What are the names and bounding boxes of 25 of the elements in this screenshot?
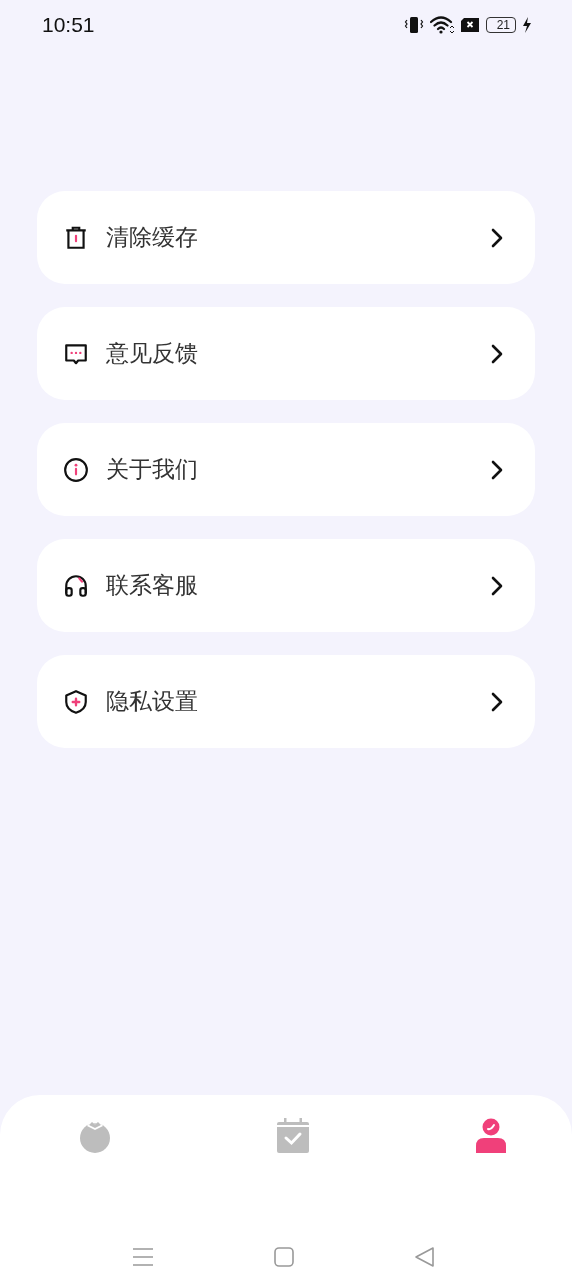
sim-off-icon <box>459 17 480 33</box>
shield-icon <box>63 688 89 715</box>
vibrate-icon <box>403 16 424 34</box>
charging-icon <box>522 17 532 33</box>
chevron-right-icon <box>490 458 504 481</box>
menu-item[interactable]: 关于我们 <box>37 423 535 516</box>
info-icon <box>63 456 89 483</box>
chevron-right-icon <box>490 342 504 365</box>
trash-icon <box>63 224 89 251</box>
chevron-right-icon <box>490 690 504 713</box>
wifi-icon <box>429 16 454 34</box>
chevron-right-icon <box>490 574 504 597</box>
battery-level: 21 <box>485 17 516 33</box>
menu-item[interactable]: 意见反馈 <box>37 307 535 400</box>
calendar-check-icon <box>274 1117 312 1155</box>
clock-time: 10:51 <box>42 13 95 37</box>
home-icon[interactable] <box>273 1246 295 1268</box>
menu-item[interactable]: 隐私设置 <box>37 655 535 748</box>
tab-button[interactable] <box>274 1117 312 1155</box>
menu-item[interactable]: 清除缓存 <box>37 191 535 284</box>
chevron-right-icon <box>490 226 504 249</box>
back-icon[interactable] <box>414 1246 436 1268</box>
menu-icon[interactable] <box>132 1247 154 1267</box>
menu-item[interactable]: 联系客服 <box>37 539 535 632</box>
headset-icon <box>63 572 89 599</box>
